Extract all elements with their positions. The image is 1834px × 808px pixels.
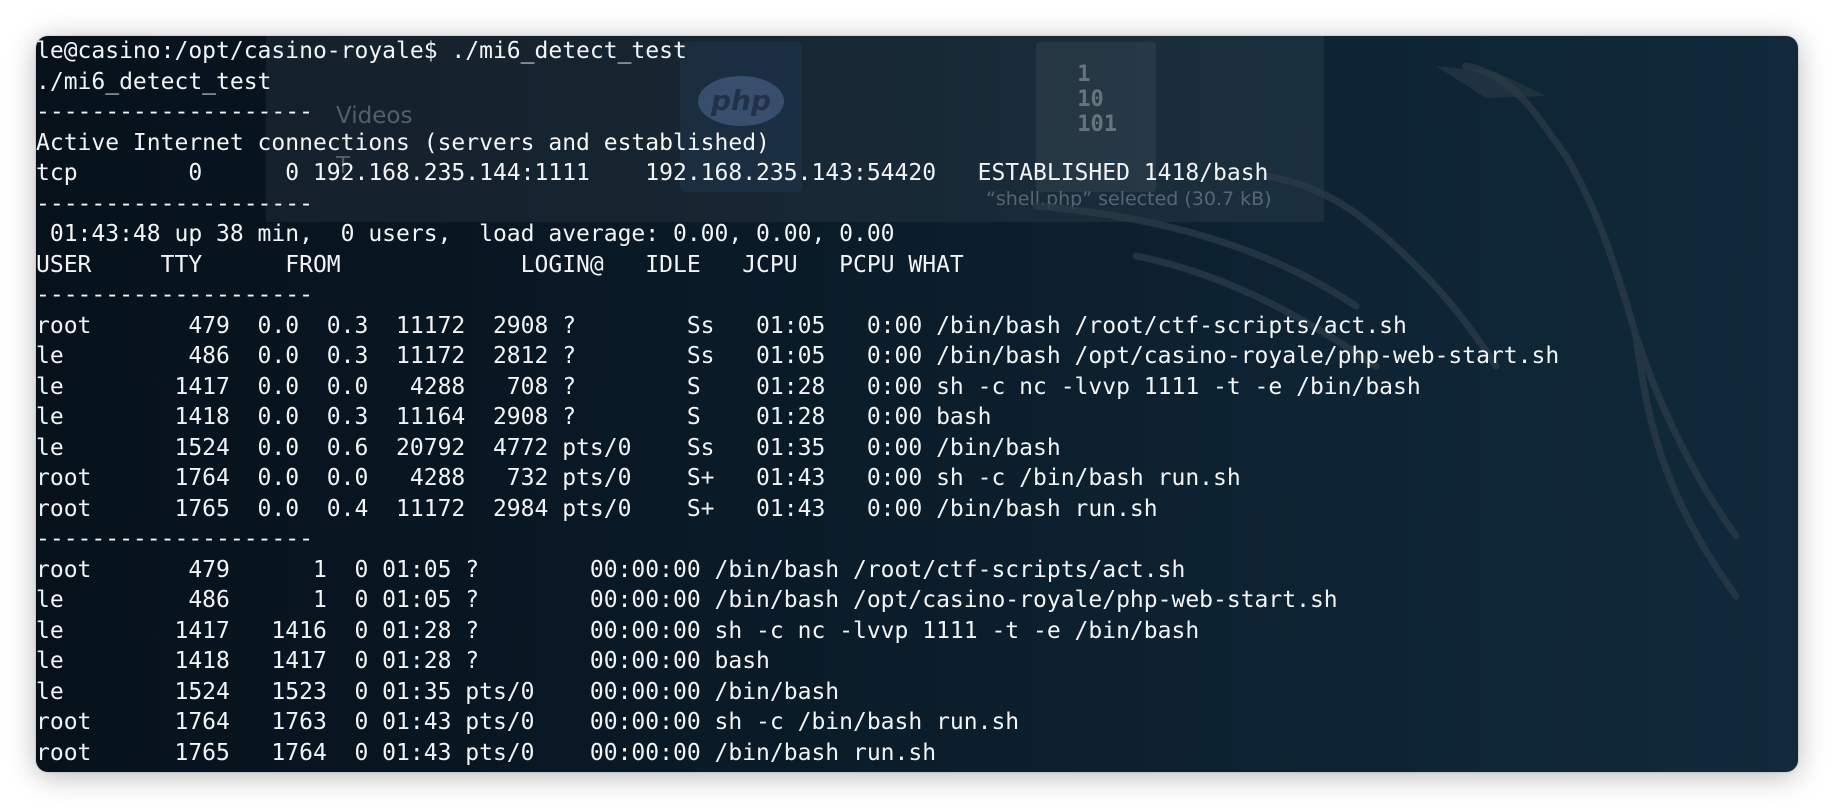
terminal-line: root 1765 1764 0 01:43 pts/0 00:00:00 /b…: [36, 739, 937, 766]
terminal-line: root 1764 0.0 0.0 4288 732 pts/0 S+ 01:4…: [36, 465, 1241, 491]
terminal-line: le 1418 1417 0 01:28 ? 00:00:00 bash: [36, 648, 770, 674]
terminal-line: ./mi6_detect_test: [36, 68, 272, 95]
terminal-line: root 479 1 0 01:05 ? 00:00:00 /bin/bash …: [36, 556, 1186, 583]
terminal-line: le 1417 1416 0 01:28 ? 00:00:00 sh -c nc…: [36, 617, 1200, 644]
terminal-line: --------------------: [36, 526, 313, 552]
terminal-line: le@casino:/opt/casino-royale$ ./mi6_dete…: [36, 38, 687, 64]
terminal-line: le 1418 0.0 0.3 11164 2908 ? S 01:28 0:0…: [36, 404, 992, 430]
terminal-line: 01:43:48 up 38 min, 0 users, load averag…: [36, 221, 895, 247]
terminal-line: USER TTY FROM LOGIN@ IDLE JCPU PCPU WHAT: [36, 251, 964, 278]
terminal-line: --------------------: [36, 282, 313, 308]
terminal-line: le 1524 1523 0 01:35 pts/0 00:00:00 /bin…: [36, 678, 840, 705]
terminal-line: Active Internet connections (servers and…: [36, 129, 770, 156]
terminal-line: tcp 0 0 192.168.235.144:1111 192.168.235…: [36, 160, 1269, 186]
terminal-line: --------------------: [36, 99, 313, 125]
terminal-line: le 486 1 0 01:05 ? 00:00:00 /bin/bash /o…: [36, 587, 1338, 613]
terminal-window[interactable]: Videos T php 1 10 101 “shell.php” select…: [36, 36, 1798, 772]
terminal-line: le 486 0.0 0.3 11172 2812 ? Ss 01:05 0:0…: [36, 343, 1560, 369]
terminal-line: le 1417 0.0 0.0 4288 708 ? S 01:28 0:00 …: [36, 373, 1421, 400]
terminal-line: --------------------: [36, 190, 313, 217]
terminal-output[interactable]: le@casino:/opt/casino-royale$ ./mi6_dete…: [36, 36, 1559, 768]
terminal-line: le 1524 0.0 0.6 20792 4772 pts/0 Ss 01:3…: [36, 434, 1061, 461]
terminal-line: root 479 0.0 0.3 11172 2908 ? Ss 01:05 0…: [36, 312, 1407, 339]
terminal-line: root 1765 0.0 0.4 11172 2984 pts/0 S+ 01…: [36, 495, 1158, 522]
terminal-line: root 1764 1763 0 01:43 pts/0 00:00:00 sh…: [36, 709, 1020, 735]
